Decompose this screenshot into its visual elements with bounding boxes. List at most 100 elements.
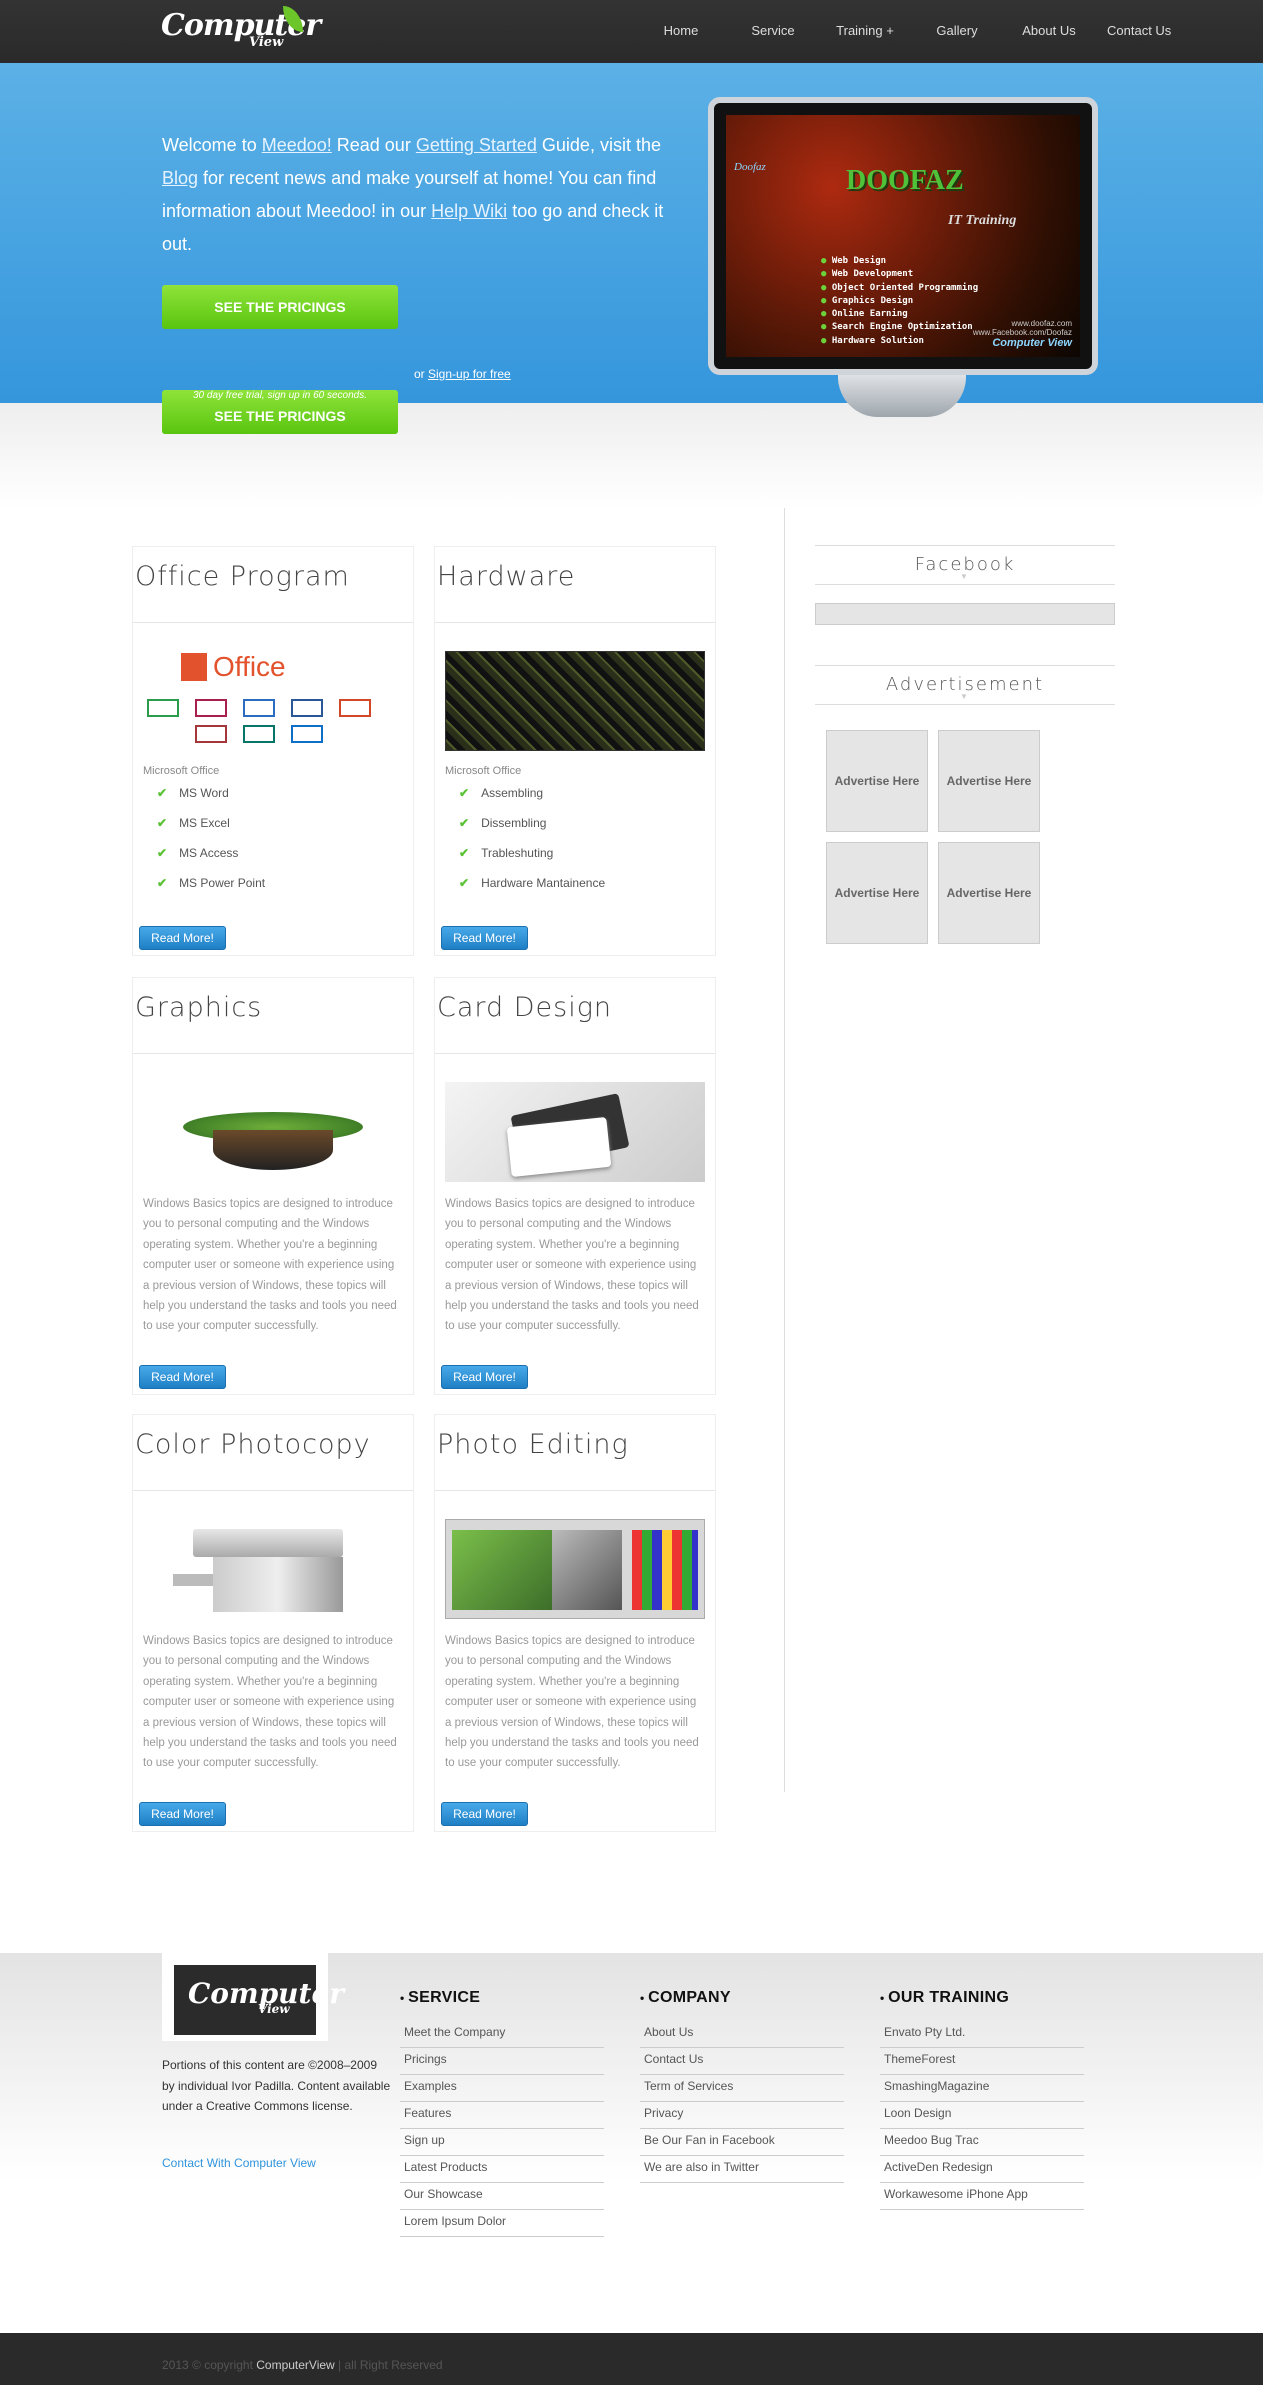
screen-item: Hardware Solution	[821, 335, 978, 348]
see-pricings-button[interactable]: SEE THE PRICINGS	[162, 285, 398, 329]
office-app-icons	[147, 699, 397, 717]
access-icon	[195, 725, 227, 743]
check-icon: ✔	[459, 786, 470, 800]
site-footer: Computer View Portions of this content ar…	[0, 1953, 1263, 2333]
footer-link[interactable]: Features	[400, 2102, 604, 2129]
screen-logo: Doofaz	[734, 161, 766, 173]
help-wiki-link[interactable]: Help Wiki	[431, 201, 507, 221]
facebook-box	[815, 603, 1115, 625]
card-title: Photo Editing	[435, 1415, 715, 1491]
card-body: Windows Basics topics are designed to in…	[143, 1635, 397, 1770]
footer-logo[interactable]: Computer View	[162, 1953, 344, 2041]
footer-link[interactable]: SmashingMagazine	[880, 2075, 1084, 2102]
facebook-title: Facebook	[815, 545, 1115, 596]
footer-link[interactable]: We are also in Twitter	[640, 2156, 844, 2183]
footer-contact-link[interactable]: Contact With Computer View	[162, 2156, 316, 2170]
screen-facebook-url: www.Facebook.com/Doofaz	[972, 328, 1072, 337]
footer-link[interactable]: Lorem Ipsum Dolor	[400, 2210, 604, 2237]
getting-started-link[interactable]: Getting Started	[416, 135, 537, 155]
screen-item: Object Oriented Programming	[821, 282, 978, 295]
check-icon: ✔	[459, 846, 470, 860]
read-more-button[interactable]: Read More!	[441, 926, 528, 950]
read-more-button[interactable]: Read More!	[139, 1802, 226, 1826]
photocopier-image	[143, 1519, 403, 1619]
site-logo[interactable]: Computer View	[161, 6, 321, 50]
read-more-button[interactable]: Read More!	[139, 1365, 226, 1389]
powerpoint-icon	[339, 699, 371, 717]
read-more-button[interactable]: Read More!	[441, 1802, 528, 1826]
check-icon: ✔	[157, 816, 168, 830]
onenote-icon	[195, 699, 227, 717]
screen-url: www.doofaz.com	[1011, 319, 1072, 328]
check-icon: ✔	[459, 816, 470, 830]
footer-company-column: COMPANY About Us Contact Us Term of Serv…	[640, 1989, 844, 2183]
office-icon	[181, 653, 207, 681]
signup-link[interactable]: Sign-up for free	[428, 367, 511, 381]
nav-home[interactable]: Home	[635, 23, 727, 38]
footer-link[interactable]: Examples	[400, 2075, 604, 2102]
footer-link[interactable]: Meedoo Bug Trac	[880, 2129, 1084, 2156]
advertisement-widget: Advertisement	[815, 665, 1115, 716]
business-card-image	[445, 1082, 705, 1182]
footer-link[interactable]: Workawesome iPhone App	[880, 2183, 1084, 2210]
footer-link[interactable]: Term of Services	[640, 2075, 844, 2102]
footer-link[interactable]: Sign up	[400, 2129, 604, 2156]
footer-link[interactable]: Pricings	[400, 2048, 604, 2075]
nav-gallery[interactable]: Gallery	[911, 23, 1003, 38]
nav-contact[interactable]: Contact Us	[1095, 23, 1210, 38]
feature-item: ✔ MS Access	[157, 841, 413, 871]
footer-link[interactable]: ActiveDen Redesign	[880, 2156, 1084, 2183]
footer-link[interactable]: Contact Us	[640, 2048, 844, 2075]
read-more-button[interactable]: Read More!	[441, 1365, 528, 1389]
footer-training-column: OUR TRAINING Envato Pty Ltd. ThemeForest…	[880, 1989, 1084, 2210]
screen-course-list: Web Design Web Development Object Orient…	[821, 255, 978, 348]
meedoo-link[interactable]: Meedoo!	[262, 135, 332, 155]
copyright-brand[interactable]: ComputerView	[256, 2358, 334, 2372]
card-photo-editing: Photo Editing Windows Basics topics are …	[434, 1414, 716, 1832]
feature-label: MS Power Point	[179, 876, 266, 890]
photo-grayscale	[552, 1530, 622, 1610]
copier-body	[213, 1557, 343, 1612]
nav-service[interactable]: Service	[727, 23, 819, 38]
footer-link[interactable]: Latest Products	[400, 2156, 604, 2183]
feature-label: MS Access	[179, 846, 239, 860]
welcome-text: Welcome to Meedoo! Read our Getting Star…	[162, 129, 672, 261]
read-more-button[interactable]: Read More!	[139, 926, 226, 950]
footer-link[interactable]: Envato Pty Ltd.	[880, 2021, 1084, 2048]
nav-training[interactable]: Training +	[819, 23, 911, 38]
footer-service-column: SERVICE Meet the Company Pricings Exampl…	[400, 1989, 604, 2237]
footer-link[interactable]: Privacy	[640, 2102, 844, 2129]
ad-slot[interactable]: Advertise Here	[938, 730, 1040, 832]
copyright-bar: 2013 © copyright ComputerView | all Righ…	[0, 2333, 1263, 2385]
ad-slot[interactable]: Advertise Here	[938, 842, 1040, 944]
ad-slot[interactable]: Advertise Here	[826, 842, 928, 944]
footer-link[interactable]: About Us	[640, 2021, 844, 2048]
excel-icon	[147, 699, 179, 717]
island-rock	[213, 1130, 333, 1170]
lync-icon	[291, 725, 323, 743]
monitor-image: Doofaz DOOFAZ IT Training Web Design Web…	[708, 97, 1098, 375]
blog-link[interactable]: Blog	[162, 168, 198, 188]
footer-logo-badge: Computer View	[174, 1965, 344, 2035]
nav-about[interactable]: About Us	[1003, 23, 1095, 38]
footer-link[interactable]: Loon Design	[880, 2102, 1084, 2129]
ad-slot[interactable]: Advertise Here	[826, 730, 928, 832]
hero-banner: Welcome to Meedoo! Read our Getting Star…	[0, 63, 1263, 434]
check-icon: ✔	[157, 786, 168, 800]
screen-footer: www.doofaz.com www.Facebook.com/Doofaz Com…	[973, 319, 1072, 349]
footer-link[interactable]: Meet the Company	[400, 2021, 604, 2048]
footer-link[interactable]: Our Showcase	[400, 2183, 604, 2210]
feature-item: ✔ MS Word	[157, 781, 413, 811]
intro-text: Read our	[331, 135, 416, 155]
footer-link[interactable]: Be Our Fan in Facebook	[640, 2129, 844, 2156]
card-body: Windows Basics topics are designed to in…	[445, 1635, 699, 1770]
facebook-widget: Facebook	[815, 545, 1115, 625]
card-color-photocopy: Color Photocopy Windows Basics topics ar…	[132, 1414, 414, 1832]
site-header: Computer View Home Service Training + Ga…	[0, 0, 1263, 63]
feature-item: ✔ Dissembling	[459, 811, 715, 841]
screen-item: Online Earning	[821, 308, 978, 321]
check-icon: ✔	[157, 846, 168, 860]
feature-item: ✔ MS Excel	[157, 811, 413, 841]
footer-link[interactable]: ThemeForest	[880, 2048, 1084, 2075]
feature-label: Assembling	[481, 786, 544, 800]
